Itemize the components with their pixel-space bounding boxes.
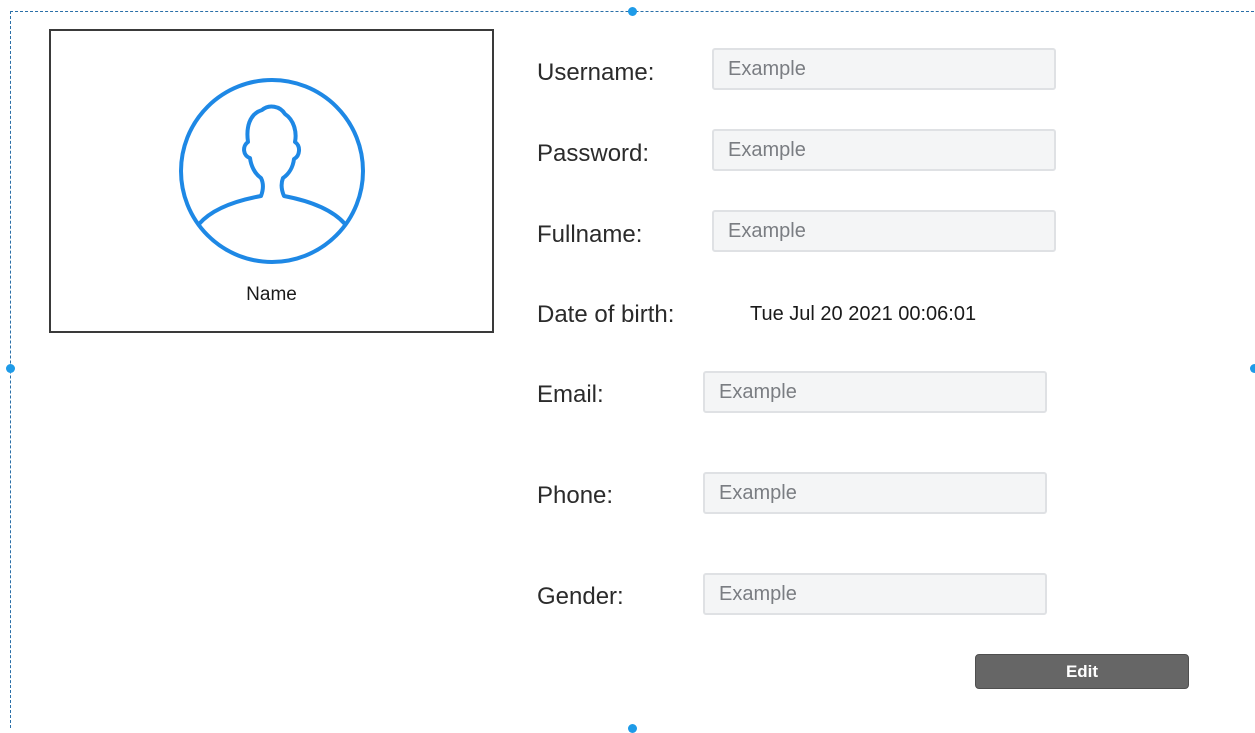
resize-handle-top[interactable] (628, 7, 637, 16)
avatar-card: Name (49, 29, 494, 333)
resize-handle-right[interactable] (1250, 364, 1255, 373)
username-input[interactable] (712, 48, 1056, 90)
profile-name: Name (246, 284, 297, 305)
edit-button[interactable]: Edit (975, 654, 1189, 689)
user-silhouette-icon (179, 78, 365, 264)
dob-value: Tue Jul 20 2021 00:06:01 (750, 303, 977, 325)
fullname-label: Fullname: (537, 221, 643, 248)
email-input[interactable] (703, 371, 1047, 413)
password-label: Password: (537, 140, 650, 167)
dob-label: Date of birth: (537, 301, 675, 328)
username-label: Username: (537, 59, 655, 86)
phone-input[interactable] (703, 472, 1047, 514)
gender-label: Gender: (537, 583, 624, 610)
resize-handle-bottom[interactable] (628, 724, 637, 733)
resize-handle-left[interactable] (6, 364, 15, 373)
email-label: Email: (537, 381, 604, 408)
phone-label: Phone: (537, 482, 614, 509)
fullname-input[interactable] (712, 210, 1056, 252)
gender-input[interactable] (703, 573, 1047, 615)
password-input[interactable] (712, 129, 1056, 171)
